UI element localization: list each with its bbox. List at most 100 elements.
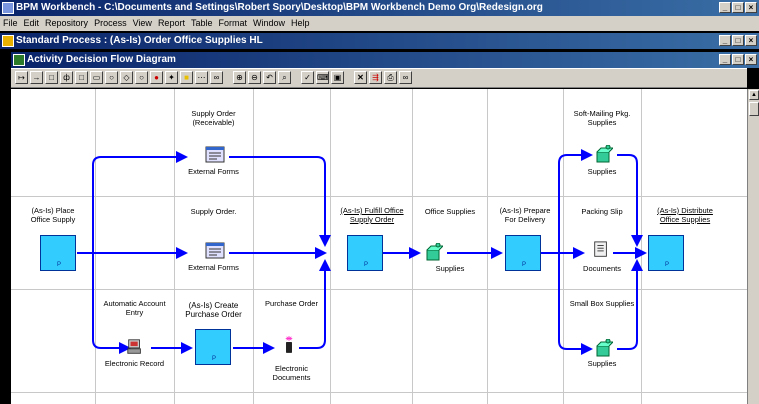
diagram-close-button[interactable]: ×: [745, 54, 757, 65]
electronic-record-icon[interactable]: [125, 338, 145, 356]
zoom-in-icon[interactable]: ⊕: [233, 71, 246, 84]
rounded-rect-icon[interactable]: ▭: [90, 71, 103, 84]
document-icon[interactable]: [591, 241, 611, 259]
label-place: (As-Is) Place Office Supply: [11, 206, 95, 224]
label-packing-slip: Packing Slip: [581, 207, 623, 216]
supplies-icon[interactable]: [423, 243, 443, 261]
activity-create-purchase-order[interactable]: P: [195, 329, 231, 365]
menu-item-view[interactable]: View: [133, 18, 152, 28]
label-distribute: (As-Is) Distribute Office Supplies: [641, 206, 729, 224]
activity-fulfill-office-supply-order[interactable]: P: [347, 235, 383, 271]
check-icon[interactable]: ✓: [301, 71, 314, 84]
diamond-icon[interactable]: ◇: [120, 71, 133, 84]
menu-item-help[interactable]: Help: [291, 18, 310, 28]
arrow-icon[interactable]: →: [30, 71, 43, 84]
process-maximize-button[interactable]: □: [732, 35, 744, 46]
menu-item-repository[interactable]: Repository: [45, 18, 88, 28]
menu-item-table[interactable]: Table: [191, 18, 213, 28]
link-icon[interactable]: ∞: [210, 71, 223, 84]
label-external-forms-2: External Forms: [188, 263, 239, 272]
label-supplies-mid: Supplies: [435, 264, 465, 273]
gear-icon[interactable]: ✦: [165, 71, 178, 84]
yellow-box-icon[interactable]: ■: [180, 71, 193, 84]
keyboard-icon[interactable]: ⌨: [316, 71, 329, 84]
circle-icon[interactable]: ○: [135, 71, 148, 84]
square-icon[interactable]: □: [75, 71, 88, 84]
activity-distribute-office-supplies[interactable]: P: [648, 235, 684, 271]
diagram-window-title: Activity Decision Flow Diagram: [27, 54, 176, 65]
label-prepare-text: (As-Is) Prepare For Delivery: [499, 206, 551, 224]
label-create-po-text: (As-Is) Create Purchase Order: [185, 301, 242, 319]
menu-item-edit[interactable]: Edit: [24, 18, 40, 28]
label-automatic-account: Automatic Account Entry: [95, 299, 174, 317]
undo-icon[interactable]: ↶: [263, 71, 276, 84]
label-external-forms-1: External Forms: [188, 167, 239, 176]
minimize-button[interactable]: _: [719, 2, 731, 13]
label-documents: Documents: [583, 264, 621, 273]
app-icon: [2, 2, 14, 14]
activity-prepare-for-delivery[interactable]: P: [505, 235, 541, 271]
label-supplies-top: Supplies: [587, 167, 617, 176]
label-supplies-bottom: Supplies: [587, 359, 617, 368]
diagram-window-title-bar: Activity Decision Flow Diagram _ □ ×: [11, 52, 759, 68]
label-prepare: (As-Is) Prepare For Delivery: [487, 206, 563, 224]
dotted-box-icon[interactable]: ⋯: [195, 71, 208, 84]
oval-icon[interactable]: ○: [105, 71, 118, 84]
label-electronic-record: Electronic Record: [104, 359, 165, 368]
supplies-icon[interactable]: [593, 145, 613, 163]
diagram-canvas[interactable]: P P P P P (As-Is) Place Office Supply (A…: [11, 89, 747, 404]
vertical-scrollbar[interactable]: ▲: [747, 89, 759, 404]
soft-mailing-text: Soft-Mailing Pkg. Supplies: [573, 109, 631, 127]
process-close-button[interactable]: ×: [745, 35, 757, 46]
close-button[interactable]: ×: [745, 2, 757, 13]
diagram-minimize-button[interactable]: _: [719, 54, 731, 65]
process-window-title: Standard Process : (As-Is) Order Office …: [16, 35, 263, 46]
menu-bar: File Edit Repository Process View Report Table…: [0, 16, 759, 31]
activity-place-office-supply[interactable]: P: [40, 235, 76, 271]
label-fulfill: (As-Is) Fulfill Office Supply Order: [331, 206, 413, 224]
diagram-toolbar: ↦ → □ ф □ ▭ ○ ◇ ○ ● ✦ ■ ⋯ ∞ ⊕ ⊖ ↶ ⌕ ✓ ⌨ ▣ ✕ ⇶ ⎙ ∞: [11, 68, 747, 88]
label-electronic-documents: Electronic Documents: [253, 364, 330, 382]
label-purchase-order: Purchase Order: [265, 299, 318, 308]
print-icon[interactable]: ⎙: [384, 71, 397, 84]
window-icon[interactable]: ▣: [331, 71, 344, 84]
binoculars-icon[interactable]: ∞: [399, 71, 412, 84]
label-supply-order-receivable: Supply Order (Receivable): [174, 109, 253, 127]
connector-icon[interactable]: ↦: [15, 71, 28, 84]
diagram-icon: [13, 54, 25, 66]
diagram-maximize-button[interactable]: □: [732, 54, 744, 65]
zoom-out-icon[interactable]: ⊖: [248, 71, 261, 84]
search-icon[interactable]: ⌕: [278, 71, 291, 84]
scroll-up-button[interactable]: ▲: [749, 90, 759, 100]
menu-item-format[interactable]: Format: [218, 18, 247, 28]
label-fulfill-text: (As-Is) Fulfill Office Supply Order: [340, 206, 404, 224]
menu-item-report[interactable]: Report: [158, 18, 185, 28]
app-title: BPM Workbench - C:\Documents and Setting…: [16, 2, 543, 13]
label-small-box: Small Box Supplies: [569, 299, 635, 308]
menu-item-file[interactable]: File: [3, 18, 18, 28]
rectangle-icon[interactable]: □: [45, 71, 58, 84]
process-minimize-button[interactable]: _: [719, 35, 731, 46]
scroll-thumb[interactable]: [749, 102, 759, 116]
menu-item-window[interactable]: Window: [253, 18, 285, 28]
electronic-document-icon[interactable]: [279, 336, 299, 354]
menu-item-process[interactable]: Process: [94, 18, 127, 28]
process-icon: [2, 35, 14, 47]
label-distribute-text: (As-Is) Distribute Office Supplies: [657, 206, 713, 224]
close-x-icon[interactable]: ✕: [354, 71, 367, 84]
supply-order-receivable-text: Supply Order (Receivable): [191, 109, 236, 127]
decision-icon[interactable]: ф: [60, 71, 73, 84]
form-icon[interactable]: [205, 242, 225, 260]
flow-icon[interactable]: ⇶: [369, 71, 382, 84]
stop-icon[interactable]: ●: [150, 71, 163, 84]
label-create-po: (As-Is) Create Purchase Order: [174, 301, 253, 319]
label-soft-mailing: Soft-Mailing Pkg. Supplies: [563, 109, 641, 127]
maximize-button[interactable]: □: [732, 2, 744, 13]
process-window-title-bar: Standard Process : (As-Is) Order Office …: [0, 33, 759, 49]
supplies-icon[interactable]: [593, 339, 613, 357]
app-title-bar: BPM Workbench - C:\Documents and Setting…: [0, 0, 759, 16]
automatic-account-text: Automatic Account Entry: [103, 299, 166, 317]
label-office-supplies: Office Supplies: [424, 207, 476, 216]
form-icon[interactable]: [205, 146, 225, 164]
electronic-documents-text: Electronic Documents: [272, 364, 311, 382]
